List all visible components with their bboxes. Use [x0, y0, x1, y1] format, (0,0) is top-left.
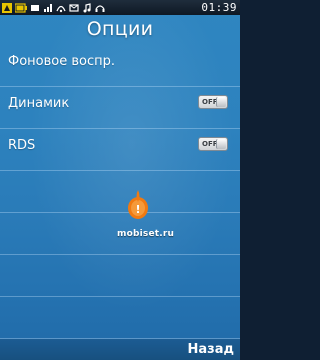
mail-icon [56, 3, 66, 13]
music-icon [69, 3, 79, 13]
speaker-toggle[interactable]: OFF [198, 95, 228, 109]
rds-toggle[interactable]: OFF [198, 137, 228, 151]
softkey-bar: Назад [0, 339, 240, 360]
option-row-rds[interactable]: RDS OFF [0, 129, 240, 171]
option-label: Фоновое воспр. [8, 54, 115, 69]
headphones-icon [82, 2, 92, 13]
toggle-knob [216, 97, 226, 107]
sms-icon [30, 3, 40, 13]
option-label: RDS [8, 138, 36, 153]
empty-row [0, 255, 240, 297]
clock-time: 01:39 [201, 1, 237, 14]
bluetooth-icon [95, 3, 105, 13]
signal-icon [2, 2, 12, 13]
watermark-text: mobiset.ru [117, 229, 175, 239]
screen: 01:39 Опции Фоновое воспр. Динамик OFF R… [0, 0, 240, 360]
status-bar: 01:39 [0, 0, 240, 15]
battery-icon [15, 2, 27, 13]
watermark: ! mobiset.ru [0, 184, 240, 244]
empty-row [0, 297, 240, 339]
option-label: Динамик [8, 96, 70, 111]
svg-text:!: ! [135, 203, 140, 216]
mobiset-logo-icon: ! [127, 184, 149, 228]
back-softkey[interactable]: Назад [188, 341, 234, 358]
option-row-background-play[interactable]: Фоновое воспр. [0, 45, 240, 87]
status-icons [0, 2, 105, 13]
page-title: Опции [86, 18, 154, 40]
option-row-speaker[interactable]: Динамик OFF [0, 87, 240, 129]
toggle-knob [216, 139, 226, 149]
network-icon [43, 3, 53, 13]
